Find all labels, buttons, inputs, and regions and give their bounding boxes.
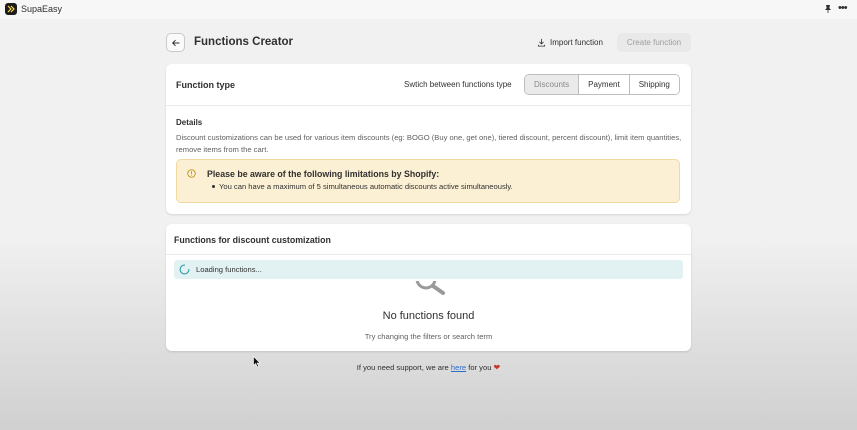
empty-state-title: No functions found xyxy=(382,310,475,322)
loading-text: Loading functions... xyxy=(196,265,262,274)
search-icon xyxy=(415,281,445,295)
mouse-cursor-icon xyxy=(253,356,261,368)
tab-discounts[interactable]: Discounts xyxy=(525,75,579,94)
switch-type-label: Swtich between functions type xyxy=(404,80,512,89)
supaeasy-logo-icon xyxy=(5,3,17,15)
empty-state-subtitle: Try changing the filters or search term xyxy=(364,332,493,341)
pin-icon[interactable] xyxy=(823,4,833,14)
function-type-title: Function type xyxy=(176,80,235,90)
support-link[interactable]: here xyxy=(451,363,466,372)
download-icon xyxy=(537,38,546,47)
functions-list-title: Functions for discount customization xyxy=(174,235,331,245)
app-name: SupaEasy xyxy=(21,4,63,14)
function-type-card: Function type Swtich between functions t… xyxy=(166,64,691,214)
tab-shipping[interactable]: Shipping xyxy=(628,75,679,94)
import-function-label: Import function xyxy=(550,38,603,47)
footer-prefix: If you need support, we are xyxy=(356,363,451,372)
details-text: Discount customizations can be used for … xyxy=(176,133,682,154)
tab-payment[interactable]: Payment xyxy=(578,75,629,94)
footer-suffix: for you xyxy=(466,363,494,372)
create-function-button[interactable]: Create function xyxy=(617,33,691,52)
create-function-label: Create function xyxy=(626,38,682,47)
support-footer: If you need support, we are here for you… xyxy=(0,363,857,372)
warning-circle-icon xyxy=(187,169,196,178)
limitations-banner: Please be aware of the following limitat… xyxy=(176,159,680,203)
page-title: Functions Creator xyxy=(194,36,294,48)
banner-title: Please be aware of the following limitat… xyxy=(207,169,440,179)
heart-icon: ❤ xyxy=(493,363,501,372)
arrow-left-icon xyxy=(171,39,179,46)
more-horizontal-icon[interactable]: ••• xyxy=(838,3,850,15)
banner-list-item: You can have a maximum of 5 simultaneous… xyxy=(212,182,513,191)
functions-list-card: Functions for discount customization Loa… xyxy=(166,224,691,351)
details-title: Details xyxy=(176,118,203,127)
import-function-button[interactable]: Import function xyxy=(533,33,607,52)
app-bar: SupaEasy ••• xyxy=(0,0,857,19)
spinner-icon xyxy=(179,264,190,275)
functions-list-header: Functions for discount customization xyxy=(166,224,691,255)
loading-banner: Loading functions... xyxy=(174,260,683,279)
back-button[interactable] xyxy=(166,33,185,52)
function-type-segmented-control: Discounts Payment Shipping xyxy=(524,74,680,95)
function-type-header: Function type Swtich between functions t… xyxy=(166,64,691,106)
